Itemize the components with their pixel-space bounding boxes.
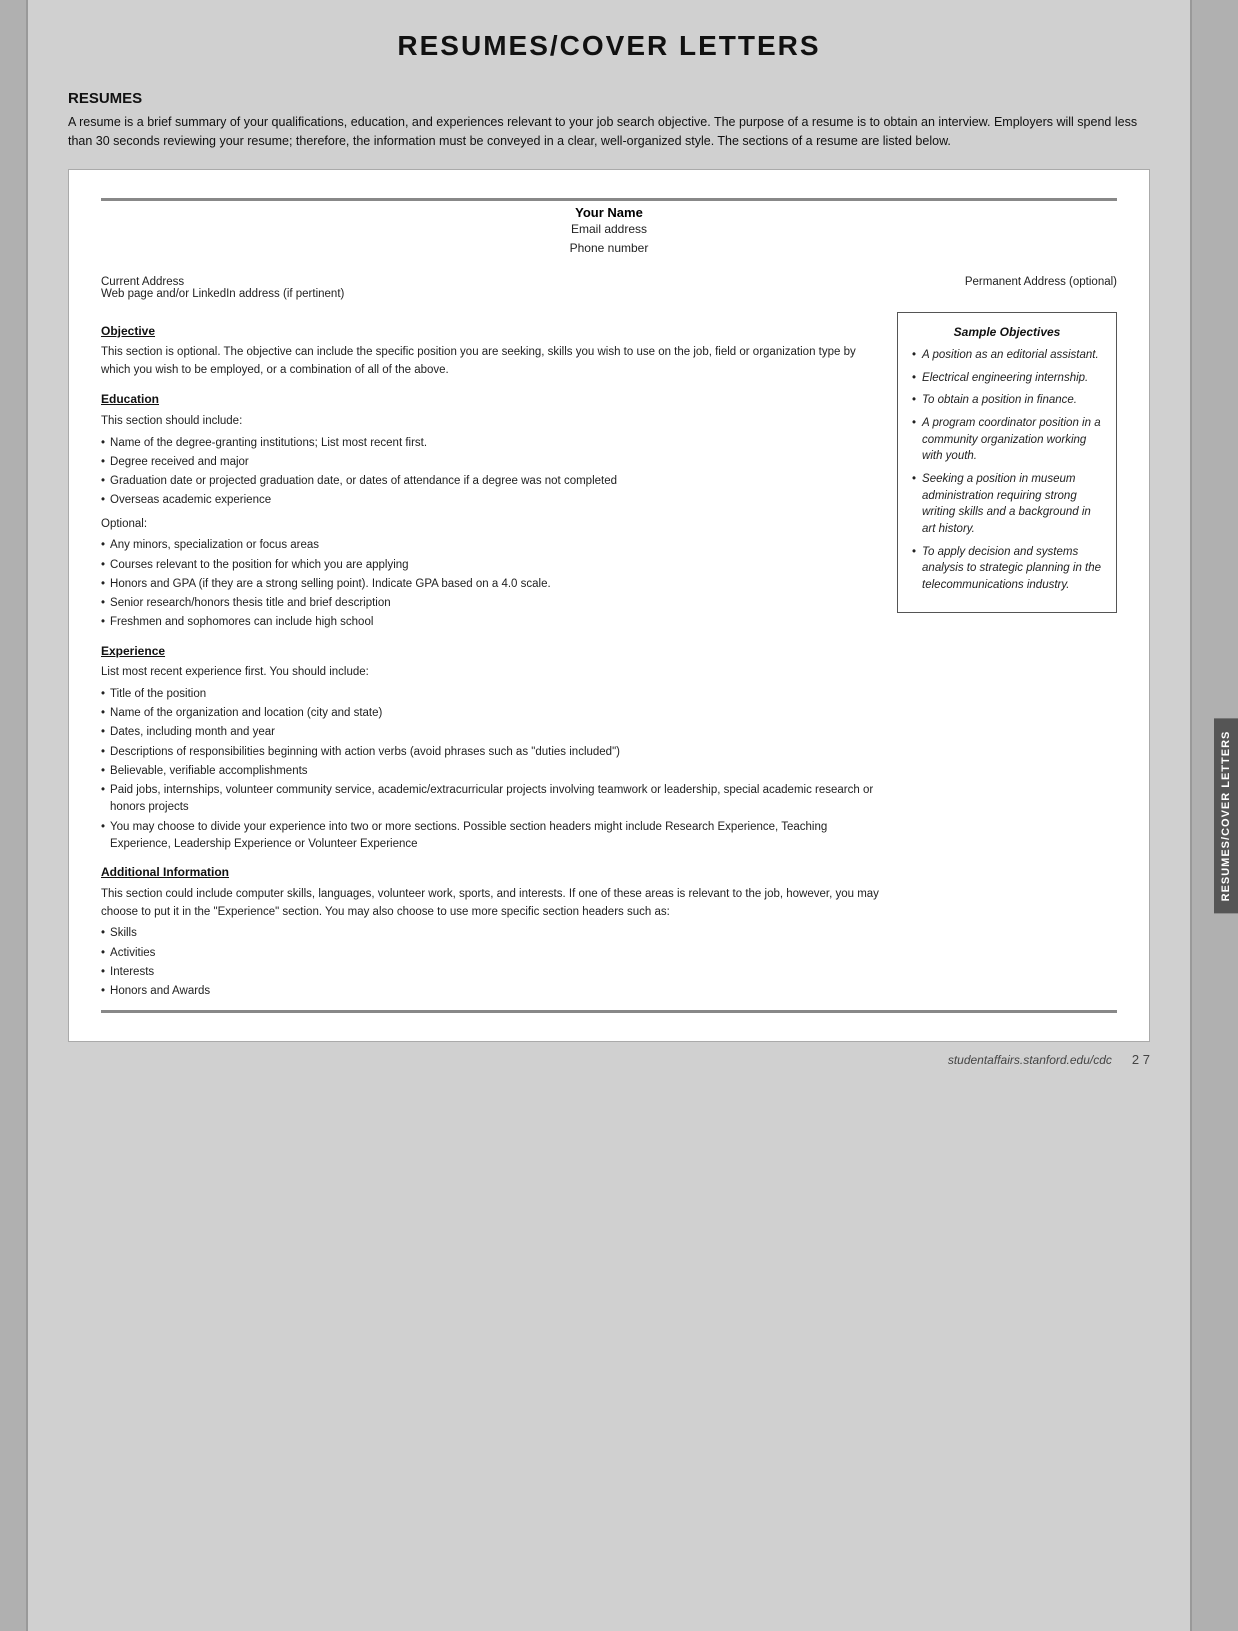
objective-title: Objective [101,322,887,341]
edu-bullet-4: Overseas academic experience [101,492,887,509]
address-row: Current Address Web page and/or LinkedIn… [101,276,1117,300]
obj-item-3: To obtain a position in finance. [912,392,1102,409]
left-border [0,0,28,1631]
experience-intro: List most recent experience first. You s… [101,664,887,682]
add-bullet-1: Skills [101,925,887,942]
top-divider [101,198,1117,201]
resumes-heading: RESUMES [68,90,1150,107]
sample-objectives-box: Sample Objectives A position as an edito… [897,312,1117,613]
opt-bullet-4: Senior research/honors thesis title and … [101,595,887,612]
web-address: Web page and/or LinkedIn address (if per… [101,288,344,300]
experience-bullets: Title of the position Name of the organi… [101,686,887,853]
optional-label: Optional: [101,516,887,534]
education-title: Education [101,390,887,409]
exp-bullet-6: Paid jobs, internships, volunteer commun… [101,782,887,817]
education-intro: This section should include: [101,413,887,431]
sample-objectives-list: A position as an editorial assistant. El… [912,347,1102,594]
additional-text: This section could include computer skil… [101,886,887,922]
permanent-address: Permanent Address (optional) [965,276,1117,300]
sample-objectives-title: Sample Objectives [912,325,1102,339]
opt-bullet-2: Courses relevant to the position for whi… [101,557,887,574]
objective-text: This section is optional. The objective … [101,344,887,380]
obj-item-1: A position as an editorial assistant. [912,347,1102,364]
exp-bullet-3: Dates, including month and year [101,724,887,741]
resume-email: Email address [101,220,1117,239]
add-bullet-2: Activities [101,945,887,962]
current-address: Current Address [101,276,344,288]
footer-url: studentaffairs.stanford.edu/cdc [948,1053,1112,1067]
exp-bullet-4: Descriptions of responsibilities beginni… [101,744,887,761]
resume-header: Your Name Email address Phone number [101,205,1117,258]
current-address-block: Current Address Web page and/or LinkedIn… [101,276,344,300]
obj-item-4: A program coordinator position in a comm… [912,415,1102,465]
edu-bullet-3: Graduation date or projected graduation … [101,473,887,490]
exp-bullet-1: Title of the position [101,686,887,703]
exp-bullet-5: Believable, verifiable accomplishments [101,763,887,780]
obj-item-5: Seeking a position in museum administrat… [912,471,1102,538]
resume-left-column: Objective This section is optional. The … [101,312,897,1007]
sidebar-label: RESUMES/COVER LETTERS [1214,718,1238,913]
experience-title: Experience [101,642,887,661]
resume-body: Objective This section is optional. The … [101,312,1117,1007]
exp-bullet-2: Name of the organization and location (c… [101,705,887,722]
exp-bullet-7: You may choose to divide your experience… [101,819,887,854]
bottom-divider [101,1010,1117,1013]
obj-item-6: To apply decision and systems analysis t… [912,544,1102,594]
add-bullet-4: Honors and Awards [101,983,887,1000]
opt-bullet-5: Freshmen and sophomores can include high… [101,614,887,631]
opt-bullet-1: Any minors, specialization or focus area… [101,537,887,554]
resume-phone: Phone number [101,239,1117,258]
opt-bullet-3: Honors and GPA (if they are a strong sel… [101,576,887,593]
resume-right-column: Sample Objectives A position as an edito… [897,312,1117,1007]
additional-bullets: Skills Activities Interests Honors and A… [101,925,887,1000]
education-bullets: Name of the degree-granting institutions… [101,435,887,510]
footer-page: 2 7 [1132,1052,1150,1067]
footer: studentaffairs.stanford.edu/cdc 2 7 [68,1052,1150,1067]
resume-name: Your Name [101,205,1117,220]
additional-title: Additional Information [101,863,887,882]
page-title: RESUMES/COVER LETTERS [68,30,1150,62]
edu-bullet-1: Name of the degree-granting institutions… [101,435,887,452]
resume-document: Your Name Email address Phone number Cur… [68,169,1150,1043]
right-border: RESUMES/COVER LETTERS [1190,0,1238,1631]
add-bullet-3: Interests [101,964,887,981]
optional-bullets: Any minors, specialization or focus area… [101,537,887,631]
edu-bullet-2: Degree received and major [101,454,887,471]
intro-paragraph: A resume is a brief summary of your qual… [68,113,1150,151]
main-content: RESUMES/COVER LETTERS RESUMES A resume i… [28,0,1190,1631]
obj-item-2: Electrical engineering internship. [912,370,1102,387]
